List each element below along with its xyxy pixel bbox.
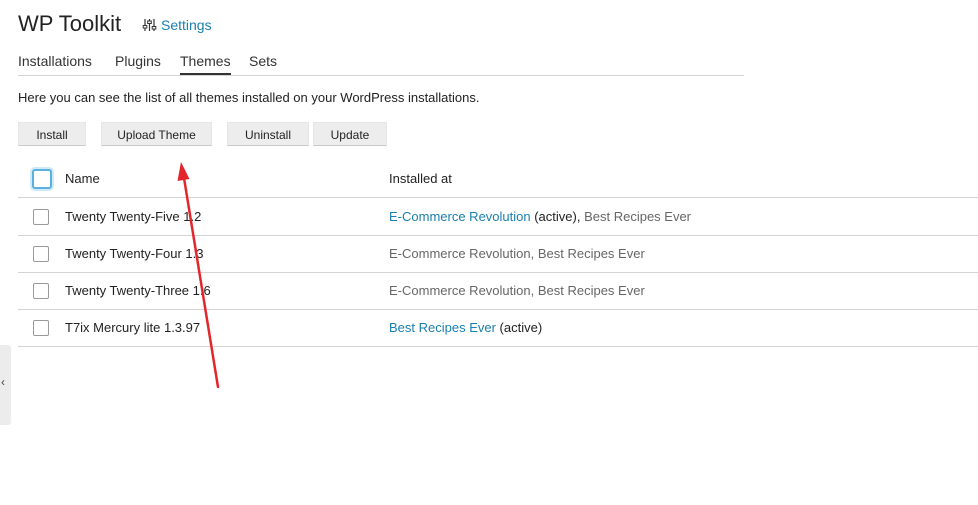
theme-name: Twenty Twenty-Three 1.6 xyxy=(65,283,211,298)
install-button[interactable]: Install xyxy=(18,122,86,146)
installation-link[interactable]: E-Commerce Revolution xyxy=(389,209,531,224)
table-row: Twenty Twenty-Five 1.2 E-Commerce Revolu… xyxy=(18,198,978,236)
tab-plugins[interactable]: Plugins xyxy=(115,53,161,69)
tab-bar: Installations Plugins Themes Sets xyxy=(18,50,744,76)
column-header-installed-at: Installed at xyxy=(389,171,452,186)
row-checkbox[interactable] xyxy=(33,283,49,299)
settings-label: Settings xyxy=(161,17,212,33)
upload-theme-button[interactable]: Upload Theme xyxy=(101,122,212,146)
row-checkbox[interactable] xyxy=(33,320,49,336)
table-row: Twenty Twenty-Four 1.3 E-Commerce Revolu… xyxy=(18,235,978,273)
table-header: Name Installed at xyxy=(18,160,978,198)
row-checkbox[interactable] xyxy=(33,209,49,225)
installation-name: Best Recipes Ever xyxy=(537,246,645,261)
uninstall-button[interactable]: Uninstall xyxy=(227,122,309,146)
settings-link[interactable]: Settings xyxy=(142,17,212,33)
tab-sets[interactable]: Sets xyxy=(249,53,277,69)
tab-installations[interactable]: Installations xyxy=(18,53,92,69)
select-all-checkbox[interactable] xyxy=(32,169,52,189)
separator: , xyxy=(530,283,538,298)
separator: , xyxy=(576,209,585,224)
chevron-left-icon: ‹ xyxy=(1,375,5,389)
page-title: WP Toolkit xyxy=(18,11,122,36)
intro-text: Here you can see the list of all themes … xyxy=(18,90,480,105)
theme-name: Twenty Twenty-Four 1.3 xyxy=(65,246,204,261)
installation-name: Best Recipes Ever xyxy=(537,283,645,298)
update-button[interactable]: Update xyxy=(313,122,387,146)
installed-at: E-Commerce Revolution, Best Recipes Ever xyxy=(389,246,645,261)
active-status: (active) xyxy=(495,320,543,335)
installation-link[interactable]: Best Recipes Ever xyxy=(389,320,496,335)
active-status: (active) xyxy=(530,209,577,224)
row-checkbox[interactable] xyxy=(33,246,49,262)
installation-name: E-Commerce Revolution xyxy=(389,246,531,261)
table-row: Twenty Twenty-Three 1.6 E-Commerce Revol… xyxy=(18,272,978,310)
separator: , xyxy=(530,246,538,261)
theme-name: Twenty Twenty-Five 1.2 xyxy=(65,209,202,224)
installed-at: E-Commerce Revolution, Best Recipes Ever xyxy=(389,283,645,298)
installed-at: E-Commerce Revolution (active), Best Rec… xyxy=(389,209,691,224)
installation-name: E-Commerce Revolution xyxy=(389,283,531,298)
tab-themes[interactable]: Themes xyxy=(180,53,231,75)
sidebar-collapse-handle[interactable]: ‹ xyxy=(0,345,11,425)
sliders-icon xyxy=(142,18,157,32)
column-header-name[interactable]: Name xyxy=(65,171,100,186)
installed-at: Best Recipes Ever (active) xyxy=(389,320,542,335)
theme-name: T7ix Mercury lite 1.3.97 xyxy=(65,320,201,335)
table-row: T7ix Mercury lite 1.3.97 Best Recipes Ev… xyxy=(18,309,978,347)
installation-name: Best Recipes Ever xyxy=(584,209,692,224)
